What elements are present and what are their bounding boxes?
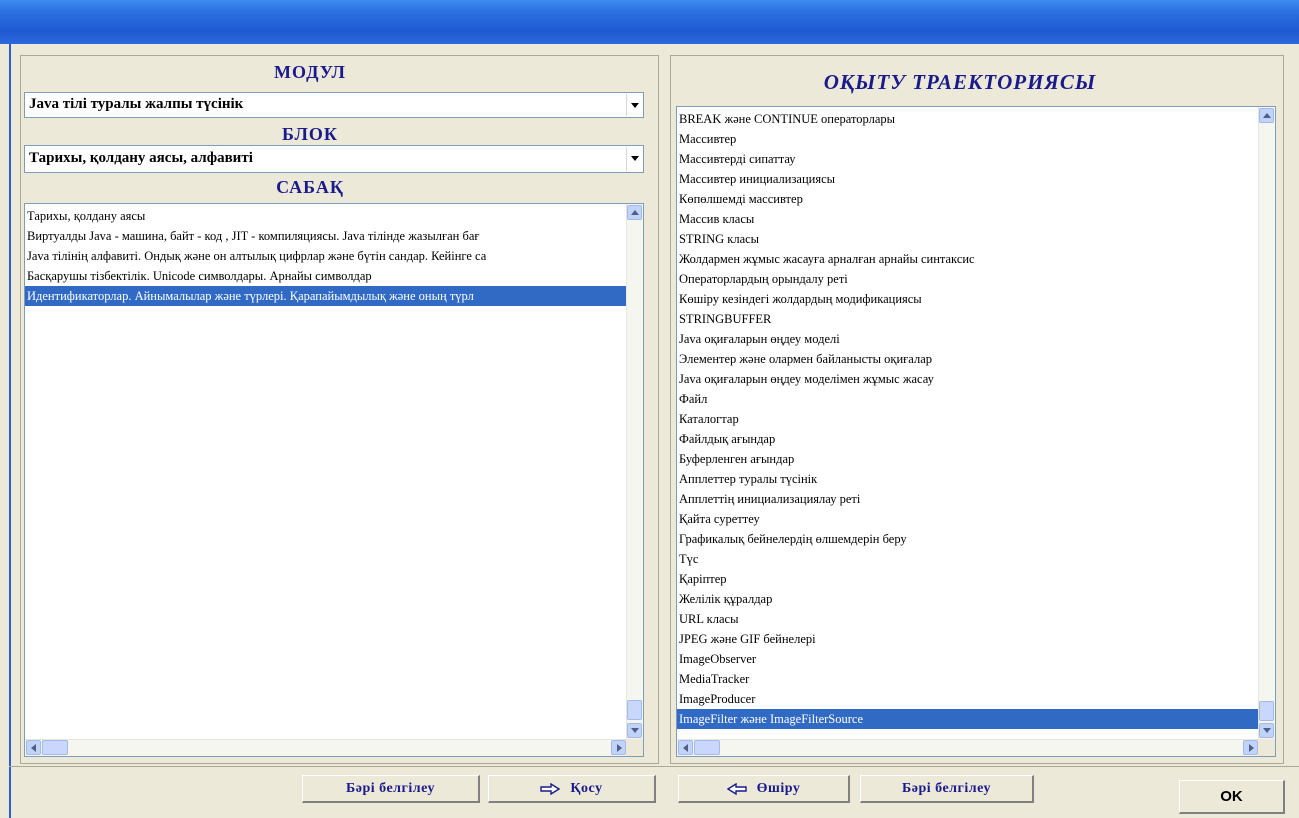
ok-label: OK — [1220, 788, 1243, 805]
list-item[interactable]: Каталогтар — [677, 409, 1259, 429]
window-title-bar[interactable] — [0, 0, 1299, 44]
list-item[interactable]: Тарихы, қолдану аясы — [25, 206, 627, 226]
list-item[interactable]: Қайта суреттеу — [677, 509, 1259, 529]
list-item[interactable]: Апплеттің инициализациялау реті — [677, 489, 1259, 509]
trajectory-items: BREAK және CONTINUE операторлары Массивте… — [677, 109, 1259, 729]
block-heading: БЛОК — [282, 124, 338, 144]
block-dropdown-icon[interactable] — [626, 147, 642, 171]
list-item[interactable]: Графикалық бейнелердің өлшемдерін беру — [677, 529, 1259, 549]
list-item[interactable]: Java оқиғаларын өңдеу моделімен жұмыс жа… — [677, 369, 1259, 389]
lesson-list-hscrollbar[interactable] — [25, 739, 628, 756]
scroll-left-icon[interactable] — [26, 740, 41, 755]
list-item[interactable]: STRING класы — [677, 229, 1259, 249]
list-item[interactable]: Массивтерді сипаттау — [677, 149, 1259, 169]
bottom-separator — [9, 766, 1299, 767]
list-item[interactable]: Элементер және олармен байланысты оқиғал… — [677, 349, 1259, 369]
scroll-down-icon[interactable] — [627, 723, 642, 738]
lesson-heading: САБАҚ — [276, 177, 344, 197]
scroll-thumb[interactable] — [627, 700, 642, 720]
list-item[interactable]: JPEG және GIF бейнелері — [677, 629, 1259, 649]
select-all-right-label: Бәрі белгілеу — [902, 780, 991, 796]
scroll-left-icon[interactable] — [678, 740, 693, 755]
list-item[interactable]: Идентификаторлар. Айнымалылар және түрле… — [25, 286, 627, 306]
module-dropdown-icon[interactable] — [626, 94, 642, 116]
scroll-up-icon[interactable] — [1259, 108, 1274, 123]
list-item[interactable]: BREAK және CONTINUE операторлары — [677, 109, 1259, 129]
lesson-list[interactable]: Тарихы, қолдану аясы Виртуалды Java - маш… — [24, 203, 644, 757]
list-item[interactable]: Массивтер — [677, 129, 1259, 149]
remove-button[interactable]: Өшіру — [678, 775, 850, 803]
list-item[interactable]: STRINGBUFFER — [677, 309, 1259, 329]
add-button[interactable]: Қосу — [488, 775, 656, 803]
list-item[interactable]: Java тілінің алфавиті. Ондық және он алт… — [25, 246, 627, 266]
scroll-right-icon[interactable] — [611, 740, 626, 755]
scroll-up-icon[interactable] — [627, 205, 642, 220]
list-item[interactable]: Буферленген ағындар — [677, 449, 1259, 469]
add-label: Қосу — [570, 780, 603, 796]
list-item[interactable]: Қаріптер — [677, 569, 1259, 589]
list-item[interactable]: Массив класы — [677, 209, 1259, 229]
trajectory-list[interactable]: BREAK және CONTINUE операторлары Массивте… — [676, 106, 1276, 757]
list-item[interactable]: Желілік құралдар — [677, 589, 1259, 609]
hscroll-thumb[interactable] — [694, 740, 720, 755]
block-select[interactable]: Тарихы, қолдану аясы, алфавиті — [24, 145, 644, 173]
window-left-border — [0, 44, 11, 818]
module-select[interactable]: Java тілі туралы жалпы түсінік — [24, 92, 644, 118]
list-item[interactable]: Басқарушы тізбектілік. Unicode символдар… — [25, 266, 627, 286]
select-all-right-button[interactable]: Бәрі белгілеу — [860, 775, 1034, 803]
trajectory-list-hscrollbar[interactable] — [677, 739, 1260, 756]
scroll-down-icon[interactable] — [1259, 723, 1274, 738]
list-item[interactable]: Апплеттер туралы түсінік — [677, 469, 1259, 489]
arrow-right-icon — [540, 782, 561, 795]
list-item[interactable]: ImageObserver — [677, 649, 1259, 669]
list-item[interactable]: Массивтер инициализациясы — [677, 169, 1259, 189]
hscroll-thumb[interactable] — [42, 740, 68, 755]
list-item[interactable]: Виртуалды Java - машина, байт - код , JI… — [25, 226, 627, 246]
trajectory-list-vscrollbar[interactable] — [1258, 107, 1275, 741]
list-item[interactable]: Операторлардың орындалу реті — [677, 269, 1259, 289]
list-item[interactable]: MediaTracker — [677, 669, 1259, 689]
scroll-corner — [626, 739, 643, 756]
lesson-items: Тарихы, қолдану аясы Виртуалды Java - маш… — [25, 206, 627, 306]
arrow-left-icon — [726, 782, 747, 795]
remove-label: Өшіру — [756, 780, 801, 796]
select-all-left-button[interactable]: Бәрі белгілеу — [302, 775, 480, 803]
list-item[interactable]: Көшіру кезіндегі жолдардың модификациясы — [677, 289, 1259, 309]
list-item[interactable]: Көпөлшемді массивтер — [677, 189, 1259, 209]
list-item[interactable]: Жолдармен жұмыс жасауға арналған арнайы … — [677, 249, 1259, 269]
list-item[interactable]: ImageProducer — [677, 689, 1259, 709]
list-item[interactable]: Файл — [677, 389, 1259, 409]
lesson-list-vscrollbar[interactable] — [626, 204, 643, 741]
scroll-thumb[interactable] — [1259, 701, 1274, 721]
ok-button[interactable]: OK — [1179, 780, 1285, 814]
module-select-value: Java тілі туралы жалпы түсінік — [29, 96, 244, 112]
list-item[interactable]: Java оқиғаларын өңдеу моделі — [677, 329, 1259, 349]
trajectory-heading: ОҚЫТУ ТРАЕКТОРИЯСЫ — [823, 70, 1097, 94]
list-item[interactable]: Түс — [677, 549, 1259, 569]
scroll-right-icon[interactable] — [1243, 740, 1258, 755]
module-heading: МОДУЛ — [274, 62, 346, 82]
scroll-corner — [1258, 739, 1275, 756]
block-select-value: Тарихы, қолдану аясы, алфавиті — [29, 150, 253, 166]
list-item[interactable]: Файлдық ағындар — [677, 429, 1259, 449]
list-item[interactable]: URL класы — [677, 609, 1259, 629]
list-item[interactable]: ImageFilter және ImageFilterSource — [677, 709, 1259, 729]
select-all-left-label: Бәрі белгілеу — [346, 780, 435, 796]
